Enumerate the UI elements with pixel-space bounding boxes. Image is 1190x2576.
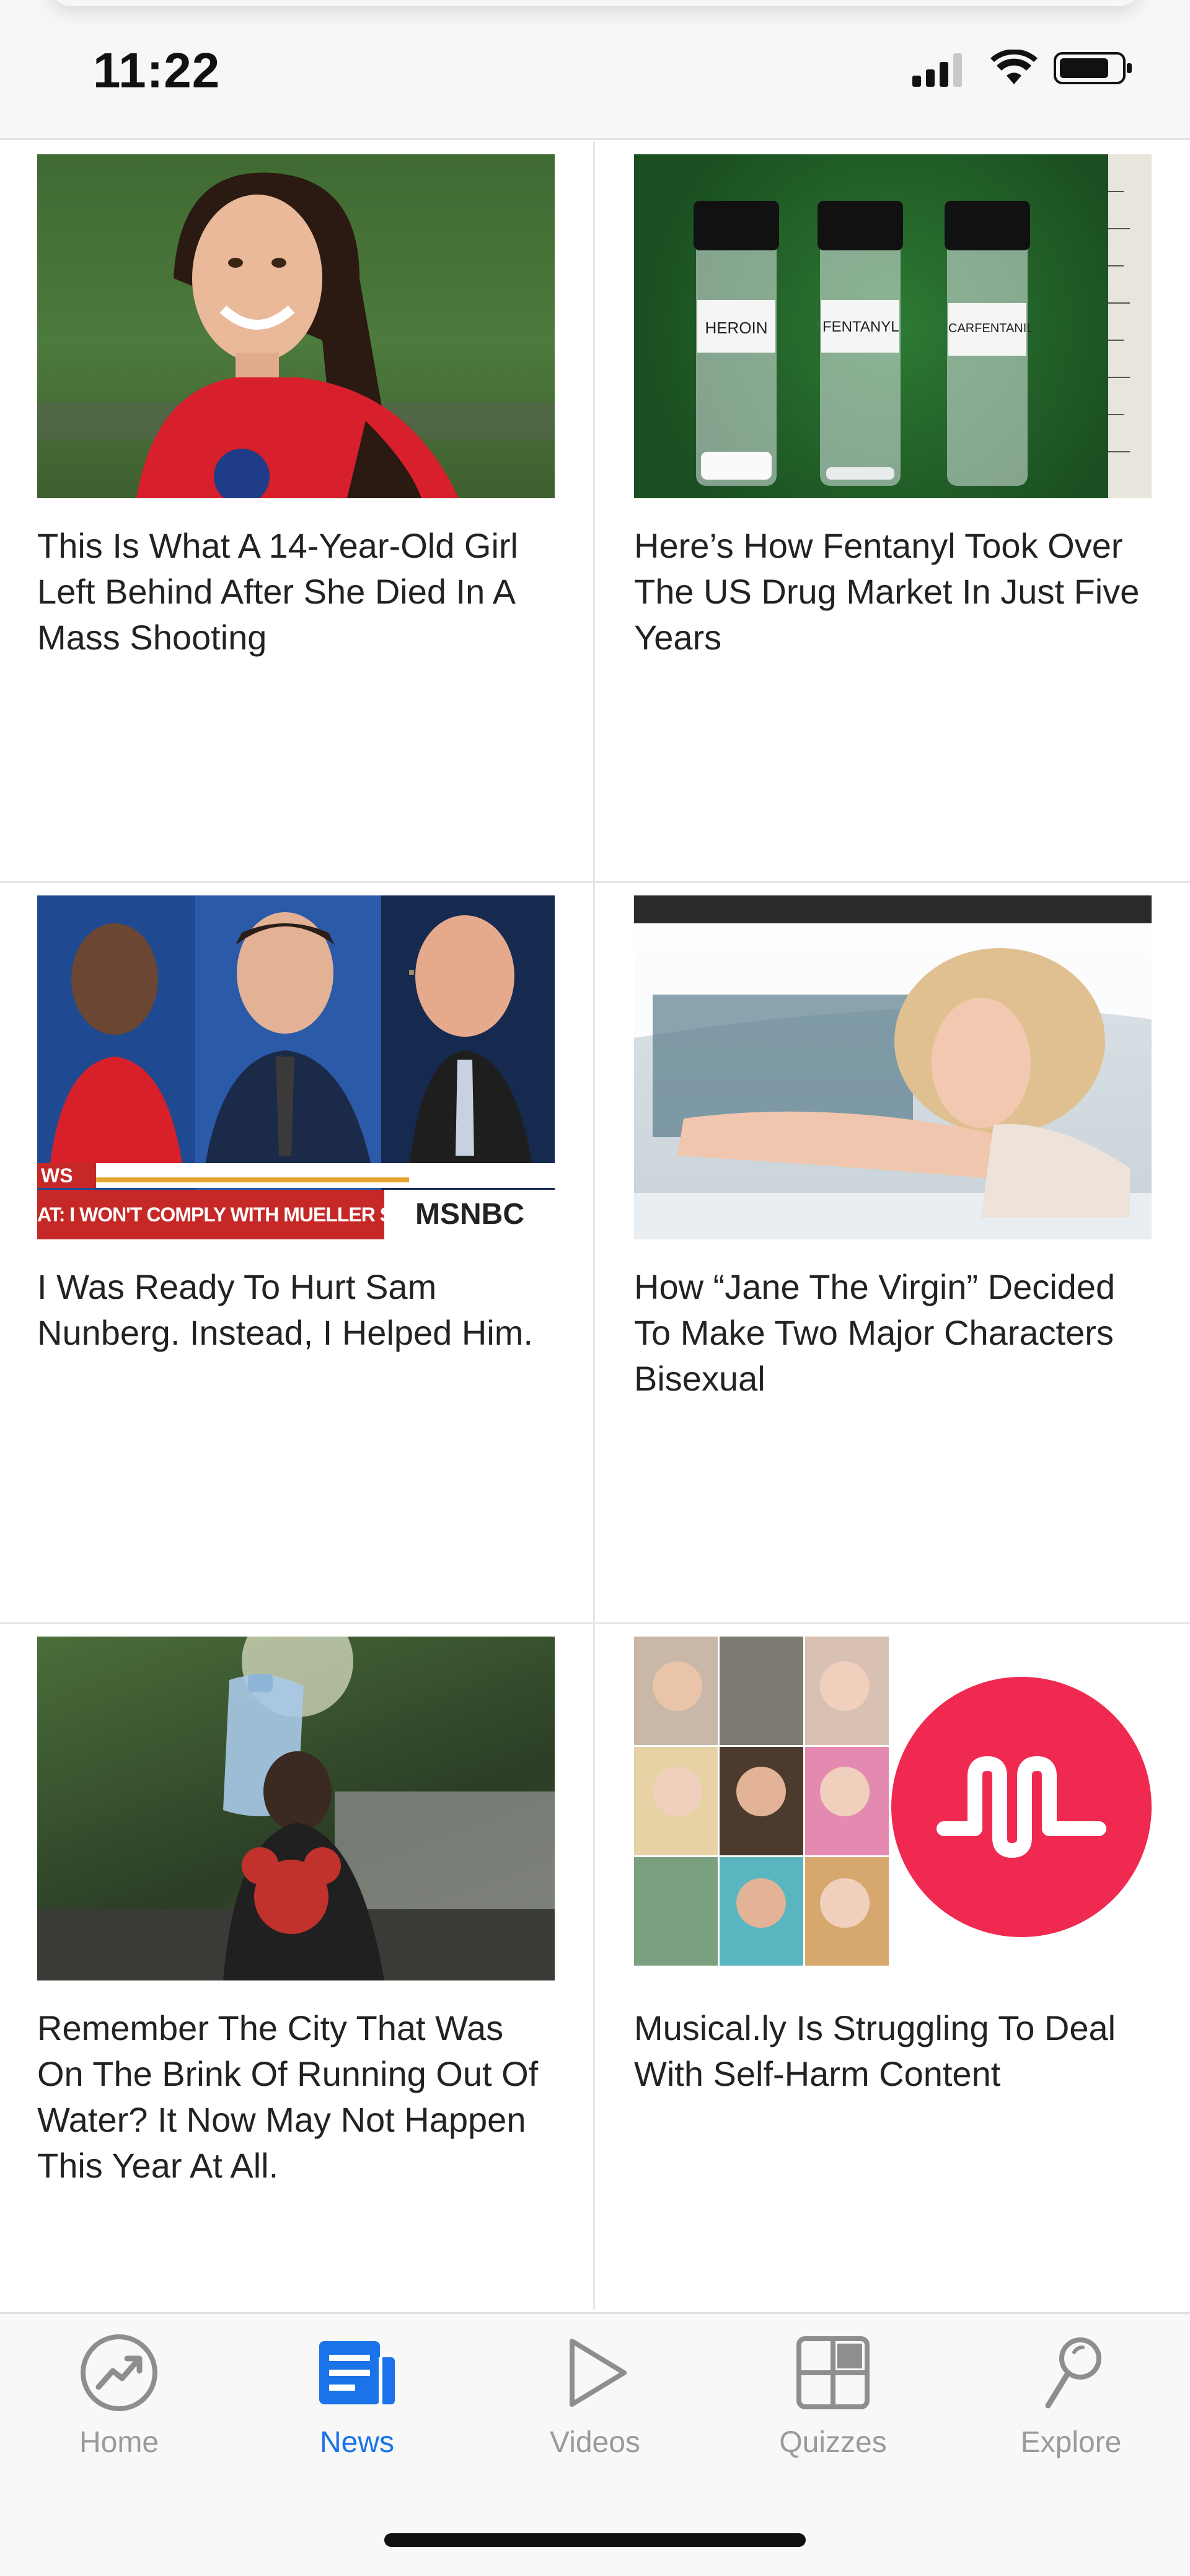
home-indicator[interactable] <box>384 2533 806 2547</box>
play-icon <box>555 2332 635 2413</box>
article-headline[interactable]: Musical.ly Is Struggling To Deal With Se… <box>634 2005 1152 2097</box>
tab-videos[interactable]: Videos <box>476 2332 714 2460</box>
vial-label-fentanyl: FENTANYL <box>822 319 899 335</box>
article-card[interactable]: Musical.ly Is Struggling To Deal With Se… <box>595 1624 1190 2310</box>
tab-label: Home <box>79 2426 159 2459</box>
article-thumbnail[interactable] <box>634 895 1152 1239</box>
battery-icon <box>1054 52 1132 84</box>
tab-quizzes[interactable]: Quizzes <box>714 2332 952 2460</box>
article-thumbnail[interactable] <box>634 1637 1152 1980</box>
tab-label: News <box>319 2426 395 2459</box>
quiz-grid-icon <box>793 2332 873 2413</box>
status-bar-shadow <box>50 0 1140 6</box>
tab-list: Home News Videos Quizzes Explore <box>0 2332 1190 2460</box>
man-water-jug-image <box>37 1637 555 1980</box>
tab-label: Explore <box>1020 2426 1122 2459</box>
article-headline[interactable]: Here’s How Fentanyl Took Over The US Dru… <box>634 523 1152 661</box>
news-lower-third-label: WS <box>41 1164 73 1187</box>
article-card[interactable]: This Is What A 14-Year-Old Girl Left Beh… <box>0 142 595 881</box>
article-thumbnail[interactable]: HEROIN FENTANYL CARFENTANIL <box>634 154 1152 498</box>
status-bar: 11:22 <box>0 0 1190 140</box>
article-card[interactable]: Remember The City That Was On The Brink … <box>0 1624 595 2310</box>
article-headline[interactable]: This Is What A 14-Year-Old Girl Left Beh… <box>37 523 555 661</box>
cellular-signal-icon <box>912 53 962 87</box>
vial-label-carfentanil: CARFENTANIL <box>948 322 1034 335</box>
tab-home[interactable]: Home <box>0 2332 238 2460</box>
news-icon <box>317 2332 397 2413</box>
article-row: WS AT: I WON'T COMPLY WITH MUELLER SUBPO… <box>0 883 1190 1624</box>
tab-explore[interactable]: Explore <box>952 2332 1190 2460</box>
news-ticker-text: AT: I WON'T COMPLY WITH MUELLER SUBPOENA <box>37 1203 384 1226</box>
article-card[interactable]: How “Jane The Virgin” Decided To Make Tw… <box>595 883 1190 1622</box>
tab-label: Videos <box>550 2426 640 2459</box>
status-time: 11:22 <box>93 43 221 98</box>
article-card[interactable]: HEROIN FENTANYL CARFENTANIL Here’s How F… <box>595 142 1190 881</box>
girl-portrait-image <box>37 172 555 498</box>
article-thumbnail[interactable]: WS AT: I WON'T COMPLY WITH MUELLER SUBPO… <box>37 895 555 1239</box>
article-headline[interactable]: How “Jane The Virgin” Decided To Make Tw… <box>634 1264 1152 1402</box>
explore-magnifier-icon <box>1031 2332 1111 2413</box>
woman-driving-image <box>634 895 1152 1239</box>
article-card[interactable]: WS AT: I WON'T COMPLY WITH MUELLER SUBPO… <box>0 883 595 1622</box>
tab-label: Quizzes <box>779 2426 887 2459</box>
article-row: This Is What A 14-Year-Old Girl Left Beh… <box>0 142 1190 883</box>
tv-news-image <box>37 895 555 1239</box>
status-icons <box>912 50 1134 87</box>
article-thumbnail[interactable] <box>37 154 555 498</box>
article-headline[interactable]: Remember The City That Was On The Brink … <box>37 2005 555 2189</box>
article-headline[interactable]: I Was Ready To Hurt Sam Nunberg. Instead… <box>37 1264 555 1356</box>
article-row: Remember The City That Was On The Brink … <box>0 1624 1190 2310</box>
article-thumbnail[interactable] <box>37 1637 555 1980</box>
vial-label-heroin: HEROIN <box>705 319 768 337</box>
musically-collage-image <box>634 1637 1152 1966</box>
tab-news[interactable]: News <box>238 2332 476 2460</box>
network-logo: MSNBC <box>415 1198 524 1231</box>
trending-icon <box>79 2332 159 2413</box>
wifi-icon <box>990 50 1038 84</box>
article-grid: This Is What A 14-Year-Old Girl Left Beh… <box>0 142 1190 2312</box>
